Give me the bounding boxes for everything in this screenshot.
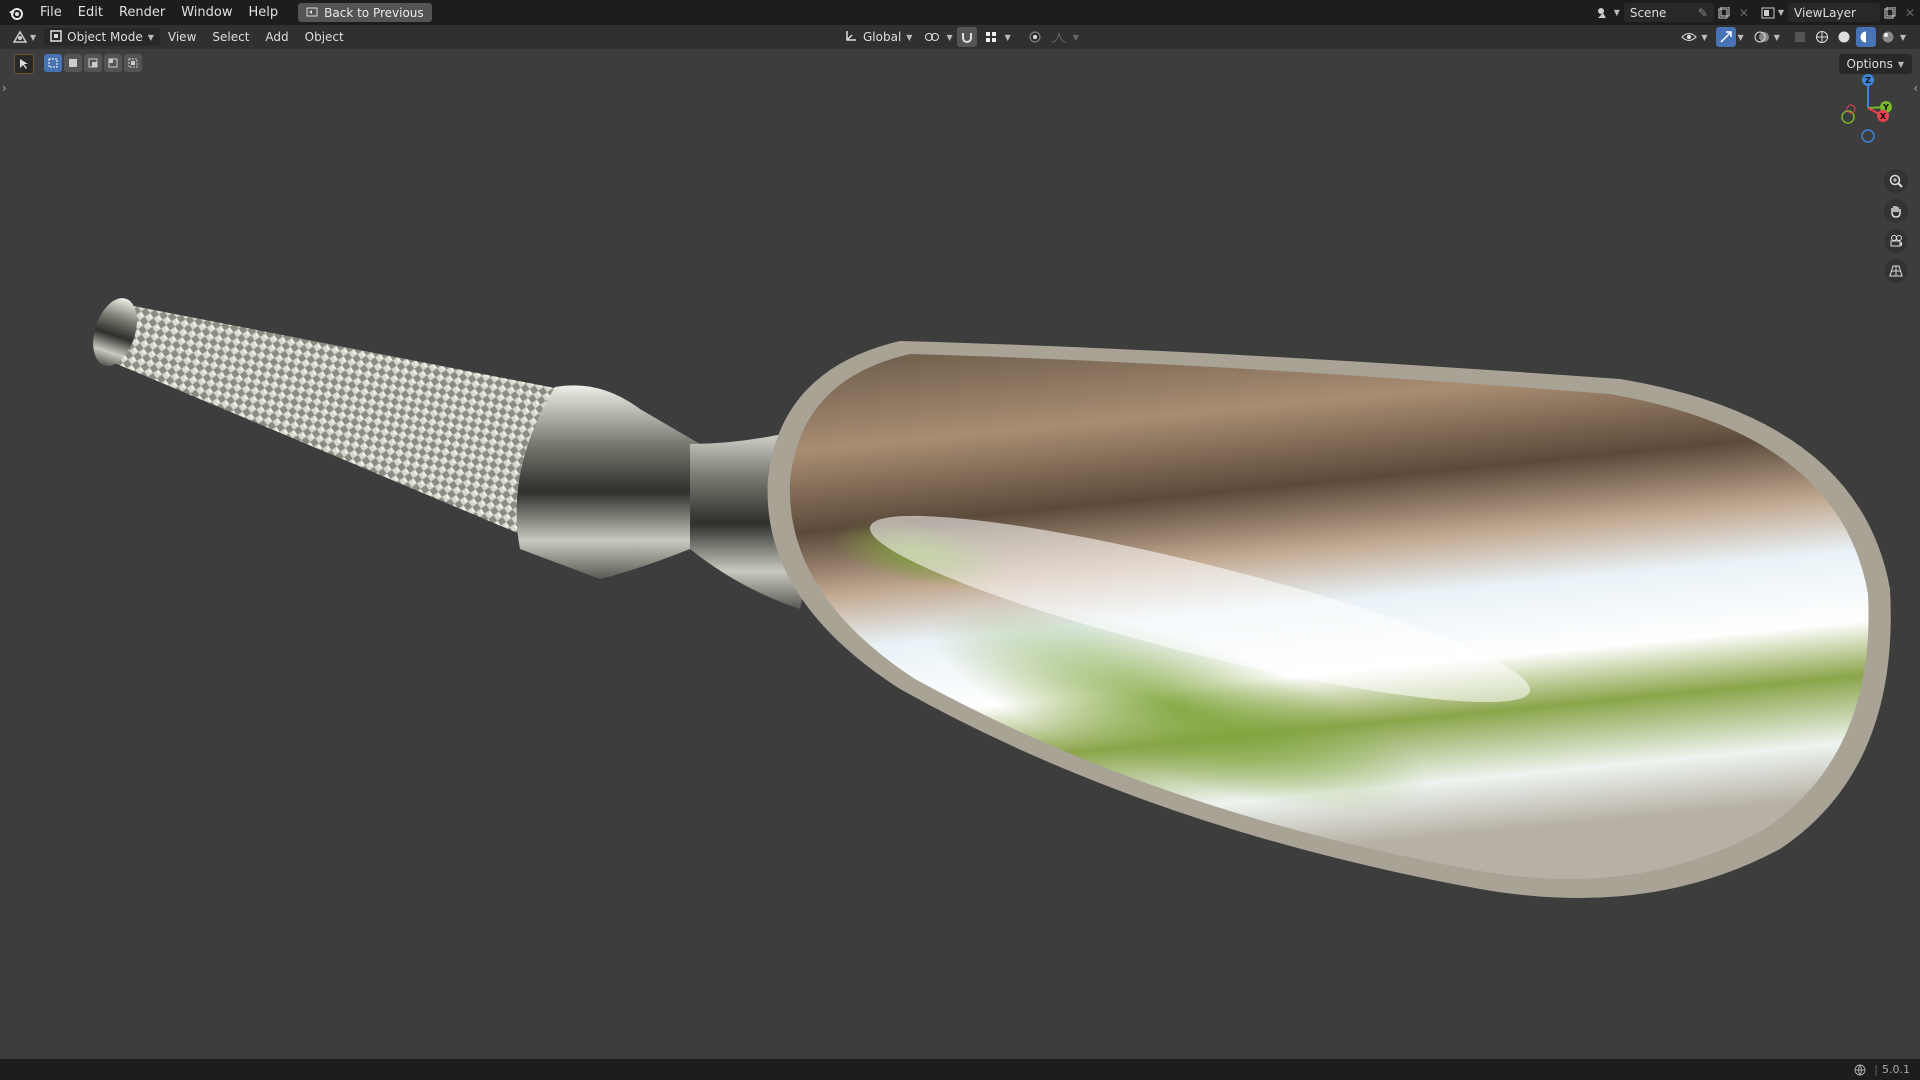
back-to-previous-button[interactable]: Back to Previous [298, 3, 432, 22]
shading-wireframe-icon[interactable] [1812, 27, 1832, 47]
object-mode-icon [50, 29, 62, 45]
snap-target-grid-icon[interactable] [981, 27, 1001, 47]
xray-toggle-icon[interactable] [1790, 27, 1810, 47]
top-bar: File Edit Render Window Help Back to Pre… [0, 0, 1920, 25]
snap-toggle-icon[interactable] [956, 27, 977, 47]
editor-type-icon[interactable] [10, 27, 30, 47]
menu-view[interactable]: View [160, 30, 204, 44]
visibility-chevron-down-icon[interactable]: ▼ [1701, 33, 1707, 42]
delete-viewlayer-icon[interactable]: ✕ [1900, 3, 1920, 23]
navigation-gizmo[interactable]: Z Y X [1826, 72, 1906, 152]
scene-chevron-down-icon[interactable]: ▼ [1614, 8, 1620, 17]
overlays-icon[interactable] [1752, 27, 1772, 47]
select-new-icon[interactable] [44, 54, 62, 72]
status-separator: | [1874, 1063, 1878, 1076]
options-chevron-down-icon: ▼ [1897, 59, 1904, 69]
falloff-chevron-down-icon[interactable]: ▼ [1073, 33, 1079, 42]
gizmo-toggle-icon[interactable] [1715, 27, 1736, 47]
select-intersect-icon[interactable] [124, 54, 142, 72]
delete-scene-icon[interactable]: ✕ [1734, 3, 1754, 23]
perspective-toggle-grid-icon[interactable] [1884, 259, 1908, 283]
selection-mode-group [44, 54, 142, 72]
editor-type-chevron-down-icon[interactable]: ▼ [30, 33, 36, 42]
gizmo-neg-z-axis[interactable] [1861, 129, 1875, 143]
overlays-chevron-down-icon[interactable]: ▼ [1774, 33, 1780, 42]
3d-viewport[interactable]: › ‹ Z Y X Options ▼ [0, 49, 1920, 1059]
shading-solid-icon[interactable] [1834, 27, 1854, 47]
mode-chevron-down-icon: ▼ [147, 32, 154, 42]
toolbar-expand-arrow-icon[interactable]: › [2, 81, 7, 95]
zoom-view-icon[interactable] [1884, 169, 1908, 193]
orientation-chevron-down-icon: ▼ [906, 32, 913, 42]
blender-logo-icon[interactable] [0, 0, 32, 25]
shading-chevron-down-icon[interactable]: ▼ [1900, 33, 1906, 42]
menu-edit[interactable]: Edit [70, 0, 111, 25]
pivot-point-icon[interactable] [922, 27, 942, 47]
back-icon [306, 6, 318, 20]
shading-rendered-icon[interactable] [1878, 27, 1898, 47]
version-label: 5.0.1 [1882, 1063, 1910, 1076]
viewlayer-name-field[interactable]: ViewLayer [1788, 3, 1880, 22]
select-extend-icon[interactable] [64, 54, 82, 72]
scene-selector-icon[interactable] [1594, 3, 1614, 23]
shading-material-preview-icon[interactable] [1855, 27, 1876, 47]
snap-chevron-down-icon[interactable]: ▼ [1005, 33, 1011, 42]
menu-select[interactable]: Select [204, 30, 257, 44]
pivot-chevron-down-icon[interactable]: ▼ [946, 33, 952, 42]
options-dropdown[interactable]: Options ▼ [1838, 54, 1912, 74]
menu-object[interactable]: Object [297, 30, 352, 44]
menu-render[interactable]: Render [111, 0, 173, 25]
viewlayer-chevron-down-icon[interactable]: ▼ [1778, 8, 1784, 17]
select-invert-icon[interactable] [104, 54, 122, 72]
gizmo-z-label: Z [1865, 76, 1871, 85]
orientation-label: Global [863, 30, 902, 44]
transform-orientation-dropdown[interactable]: Global ▼ [838, 28, 918, 46]
new-scene-icon[interactable] [1714, 3, 1734, 23]
viewport-header: ▼ Object Mode ▼ View Select Add Object G… [0, 25, 1920, 49]
mode-dropdown[interactable]: Object Mode ▼ [44, 28, 160, 46]
scene-name-field[interactable]: Scene ✎ [1623, 3, 1714, 22]
knurled-grip [105, 303, 560, 534]
menu-add[interactable]: Add [257, 30, 296, 44]
sidebar-expand-arrow-icon[interactable]: ‹ [1913, 81, 1918, 95]
gizmo-chevron-down-icon[interactable]: ▼ [1738, 33, 1744, 42]
proportional-falloff-icon[interactable] [1049, 27, 1069, 47]
pin-icon[interactable]: ✎ [1698, 6, 1708, 20]
viewlayer-selector-icon[interactable] [1758, 3, 1778, 23]
orientation-axes-icon [844, 29, 858, 46]
new-viewlayer-icon[interactable] [1880, 3, 1900, 23]
shoehorn-object[interactable] [0, 49, 1920, 1059]
scene-name: Scene [1629, 5, 1667, 20]
pan-view-hand-icon[interactable] [1884, 199, 1908, 223]
visibility-eye-icon[interactable] [1679, 27, 1699, 47]
menu-file[interactable]: File [32, 0, 70, 25]
menu-window[interactable]: Window [173, 0, 240, 25]
menu-help[interactable]: Help [241, 0, 287, 25]
mode-label: Object Mode [67, 30, 143, 44]
status-bar: | 5.0.1 [0, 1059, 1920, 1080]
globe-icon [1854, 1064, 1866, 1076]
select-box-tool-icon[interactable] [14, 54, 34, 74]
options-label: Options [1846, 57, 1893, 71]
viewlayer-name: ViewLayer [1794, 5, 1856, 20]
back-to-previous-label: Back to Previous [324, 5, 424, 20]
select-subtract-icon[interactable] [84, 54, 102, 72]
proportional-editing-icon[interactable] [1025, 27, 1045, 47]
camera-view-icon[interactable] [1884, 229, 1908, 253]
select-tool-group [14, 54, 34, 74]
gizmo-x-label: X [1880, 112, 1887, 121]
handle-collar [516, 385, 700, 579]
